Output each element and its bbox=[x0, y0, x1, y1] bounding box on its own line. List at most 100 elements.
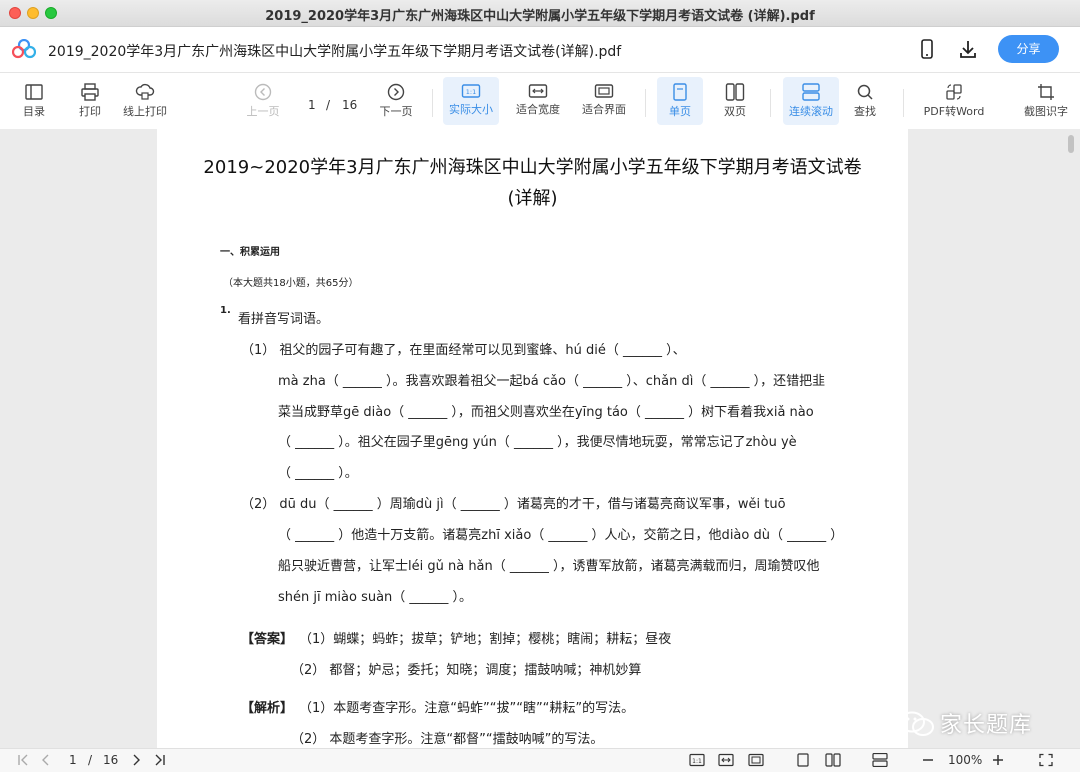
fullscreen-icon[interactable] bbox=[1038, 753, 1054, 767]
actual-size-icon[interactable]: 1:1 bbox=[689, 753, 705, 767]
screenshot-ocr-label: 截图识字 bbox=[1024, 105, 1068, 118]
pdf-to-word-button[interactable]: PDF转Word bbox=[918, 77, 990, 125]
analysis-label: 【解析】 bbox=[241, 701, 294, 716]
double-page-icon[interactable] bbox=[825, 753, 841, 767]
answer-label: 【答案】 bbox=[241, 632, 294, 647]
toolbar-divider bbox=[432, 89, 433, 117]
double-page-icon bbox=[725, 83, 745, 101]
question-line: 菜当成野草gē diào（ ______ ），而祖父则喜欢坐在yīng táo（… bbox=[278, 405, 814, 420]
total-pages: 16 bbox=[342, 98, 358, 112]
wechat-icon bbox=[899, 711, 934, 736]
fit-page-icon bbox=[594, 84, 614, 98]
question-text: 看拼音写词语。 bbox=[238, 312, 330, 327]
screenshot-ocr-button[interactable]: 截图识字 bbox=[1018, 77, 1074, 125]
next-page-label: 下一页 bbox=[379, 105, 413, 118]
question-line: （ ______ ）。祖父在园子里gēng yún（ ______ ），我便尽情… bbox=[278, 435, 797, 450]
zoom-out-icon[interactable] bbox=[920, 753, 936, 767]
section-heading: 一、积累运用 bbox=[220, 247, 280, 258]
question-line: （ ______ ）。 bbox=[278, 466, 358, 481]
window-title: 2019_2020学年3月广东广州海珠区中山大学附属小学五年级下学期月考语文试卷… bbox=[265, 9, 815, 24]
download-icon[interactable] bbox=[958, 39, 978, 59]
fit-page-label: 适合界面 bbox=[582, 103, 626, 116]
status-current-page[interactable]: 1 bbox=[69, 753, 77, 767]
answer-line: （1）蝴蝶；蚂蚱；拔草；铲地；割掉；樱桃；瞎闹；耕耘；昼夜 bbox=[299, 632, 672, 647]
analysis-line: （2） 本题考查字形。注意“都督”“擂鼓呐喊”的写法。 bbox=[291, 732, 604, 747]
print-label: 打印 bbox=[79, 105, 101, 118]
current-page: 1 bbox=[308, 98, 316, 112]
actual-size-label: 实际大小 bbox=[449, 103, 493, 116]
phone-icon[interactable] bbox=[918, 39, 936, 59]
page-number-field[interactable]: 1 / 16 bbox=[296, 94, 366, 116]
app-logo-icon bbox=[12, 39, 36, 59]
question-line: 船只驶近曹营，让军士léi gǔ nà hǎn（ ______ ），诱曹军放箭，… bbox=[278, 559, 820, 574]
document-title-line2: (详解) bbox=[507, 188, 558, 209]
last-page-icon[interactable] bbox=[151, 753, 167, 767]
search-icon bbox=[857, 84, 873, 100]
question-line: （ ______ ）他造十万支箭。诸葛亮zhī xiǎo（ ______ ）人心… bbox=[278, 528, 844, 543]
first-page-icon[interactable] bbox=[16, 753, 32, 767]
find-button[interactable]: 查找 bbox=[845, 77, 885, 125]
toolbar-divider bbox=[903, 89, 904, 117]
single-page-icon bbox=[673, 83, 687, 101]
status-total-pages: 16 bbox=[103, 753, 119, 767]
double-page-label: 双页 bbox=[724, 105, 746, 118]
pdf-to-word-label: PDF转Word bbox=[923, 105, 985, 118]
document-title-line1: 2019~2020学年3月广东广州海珠区中山大学附属小学五年级下学期月考语文试卷 bbox=[203, 157, 862, 178]
page-separator: / bbox=[326, 98, 331, 112]
online-print-label: 线上打印 bbox=[123, 105, 167, 118]
fit-width-icon[interactable] bbox=[718, 753, 734, 767]
toc-icon bbox=[25, 84, 43, 100]
prev-page-button[interactable]: 上一页 bbox=[242, 77, 284, 125]
toc-label: 目录 bbox=[23, 105, 45, 118]
double-page-button[interactable]: 双页 bbox=[713, 77, 757, 125]
continuous-scroll-button[interactable]: 连续滚动 bbox=[783, 77, 839, 125]
single-page-icon[interactable] bbox=[795, 753, 811, 767]
section-note: （本大题共18小题，共65分） bbox=[223, 278, 359, 289]
next-page-button[interactable]: 下一页 bbox=[374, 77, 418, 125]
chevron-left-circle-icon bbox=[254, 83, 272, 101]
app-header: 2019_2020学年3月广东广州海珠区中山大学附属小学五年级下学期月考语文试卷… bbox=[0, 27, 1080, 73]
convert-icon bbox=[946, 84, 962, 100]
next-page-icon[interactable] bbox=[128, 753, 144, 767]
single-page-label: 单页 bbox=[669, 105, 691, 118]
question-line: （2） dū du（ ______ ）周瑜dù jì（ ______ ）诸葛亮的… bbox=[241, 497, 786, 512]
toolbar-divider bbox=[645, 89, 646, 117]
online-print-button[interactable]: 线上打印 bbox=[117, 77, 173, 125]
chevron-right-circle-icon bbox=[387, 83, 405, 101]
continuous-scroll-icon bbox=[802, 83, 820, 101]
document-viewport[interactable]: 2019~2020学年3月广东广州海珠区中山大学附属小学五年级下学期月考语文试卷… bbox=[0, 129, 1080, 748]
question-line: shén jī miào suàn（ ______ ）。 bbox=[278, 590, 473, 605]
zoom-in-icon[interactable] bbox=[990, 753, 1006, 767]
vertical-scrollbar[interactable] bbox=[1068, 135, 1074, 153]
status-bar: 1 / 16 1:1 100% bbox=[0, 748, 1080, 772]
zoom-level[interactable]: 100% bbox=[948, 753, 982, 767]
watermark: 家长题库 bbox=[888, 706, 1058, 740]
pdf-page: 2019~2020学年3月广东广州海珠区中山大学附属小学五年级下学期月考语文试卷… bbox=[157, 129, 908, 748]
fit-page-icon[interactable] bbox=[748, 753, 764, 767]
toc-button[interactable]: 目录 bbox=[12, 77, 56, 125]
find-label: 查找 bbox=[854, 105, 876, 118]
fit-width-button[interactable]: 适合宽度 bbox=[511, 77, 565, 125]
window-titlebar: 2019_2020学年3月广东广州海珠区中山大学附属小学五年级下学期月考语文试卷… bbox=[0, 0, 1080, 27]
question-number: 1. bbox=[220, 305, 231, 316]
toolbar-divider bbox=[770, 89, 771, 117]
actual-size-icon: 1:1 bbox=[461, 84, 481, 98]
cloud-print-icon bbox=[135, 83, 155, 100]
svg-text:1:1: 1:1 bbox=[692, 758, 702, 765]
watermark-text: 家长题库 bbox=[940, 713, 1033, 738]
continuous-scroll-icon[interactable] bbox=[872, 753, 888, 767]
answer-line: （2） 都督；妒忌；委托；知晓；调度；擂鼓呐喊；神机妙算 bbox=[291, 663, 642, 678]
toolbar: 目录 打印 线上打印 上一页 1 / 16 下一页 1:1 实际大小 适合宽度 … bbox=[0, 73, 1080, 130]
fit-page-button[interactable]: 适合界面 bbox=[577, 77, 631, 125]
single-page-button[interactable]: 单页 bbox=[657, 77, 703, 125]
share-button[interactable]: 分享 bbox=[998, 35, 1059, 63]
question-line: mà zha（ ______ ）。我喜欢跟着祖父一起bá cǎo（ ______… bbox=[278, 374, 826, 389]
file-name: 2019_2020学年3月广东广州海珠区中山大学附属小学五年级下学期月考语文试卷… bbox=[48, 44, 622, 60]
print-button[interactable]: 打印 bbox=[68, 77, 112, 125]
crop-icon bbox=[1038, 84, 1054, 100]
prev-page-icon[interactable] bbox=[38, 753, 54, 767]
actual-size-button[interactable]: 1:1 实际大小 bbox=[443, 77, 499, 125]
question-line: （1） 祖父的园子可有趣了，在里面经常可以见到蜜蜂、hú dié（ ______… bbox=[241, 343, 686, 358]
fit-width-icon bbox=[528, 84, 548, 98]
svg-text:1:1: 1:1 bbox=[466, 88, 476, 96]
